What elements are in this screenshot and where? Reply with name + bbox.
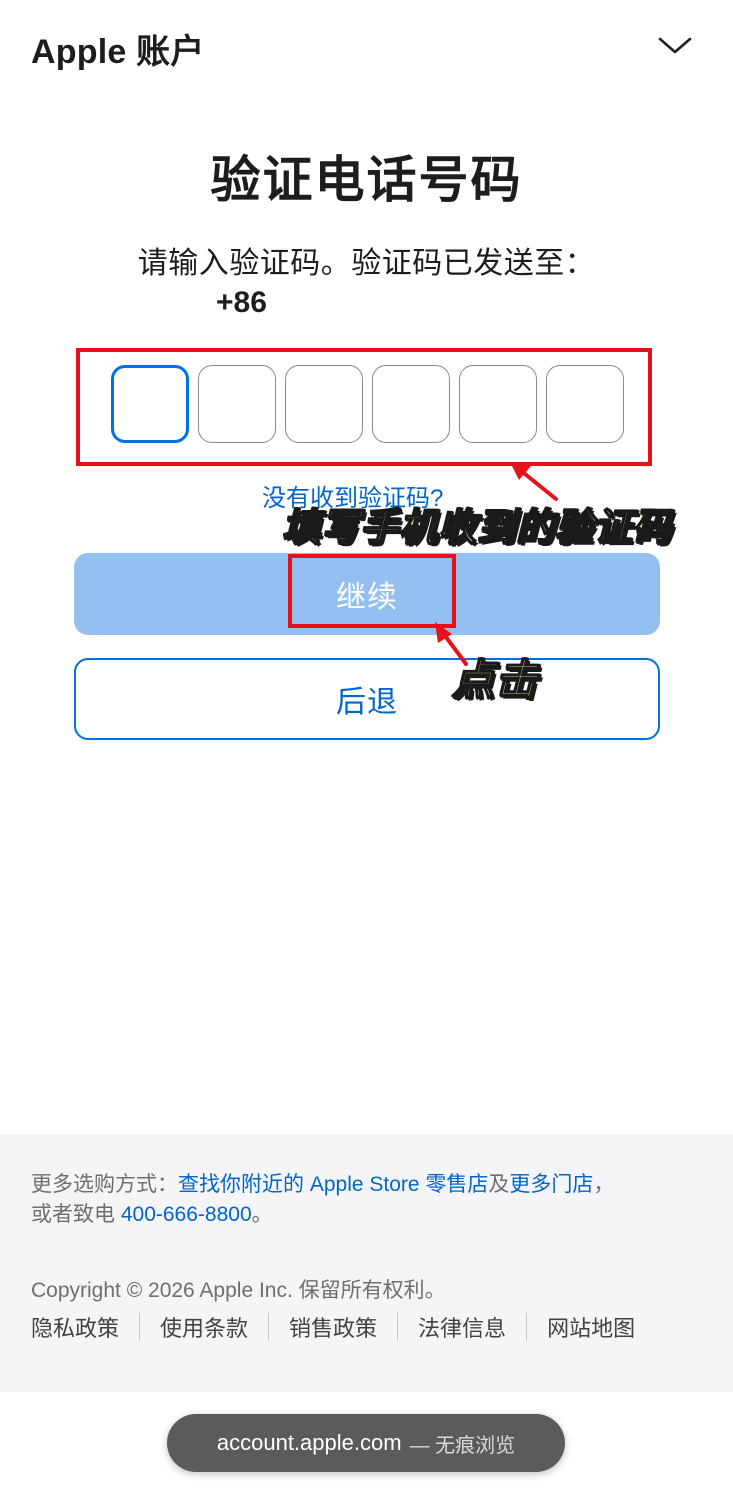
code-digit-1[interactable] [111,365,189,443]
code-digit-6[interactable] [546,365,624,443]
verification-prompt: 请输入验证码。验证码已发送至： [137,247,596,280]
resend-code-link[interactable]: 没有收到验证码? [262,478,443,513]
page: Apple 账户 验证电话号码 请输入验证码。验证码已发送至： +86 没有收到… [0,0,733,1500]
continue-button[interactable]: 继续 [74,553,660,635]
footer-link-sales-policy[interactable]: 销售政策 [289,1311,377,1343]
code-digit-2[interactable] [198,365,276,443]
copyright-text: Copyright © 2026 Apple Inc. 保留所有权利。 [31,1279,446,1302]
page-title: 验证电话号码 [210,152,523,208]
global-footer: 更多选购方式：查找你附近的 Apple Store 零售店及更多门店， 或者致电… [0,1134,733,1392]
browser-address-bar[interactable]: account.apple.com — 无痕浏览 [167,1414,565,1472]
footer-link-privacy[interactable]: 隐私政策 [31,1311,119,1343]
find-store-link[interactable]: 查找你附近的 Apple Store 零售店 [178,1173,488,1196]
footer-separator [397,1313,399,1341]
footer-separator [268,1313,270,1341]
global-header: Apple 账户 [0,0,733,92]
footer-and-text: 及 [488,1173,510,1196]
verification-code-inputs [111,365,624,443]
chevron-down-icon[interactable] [656,30,694,60]
footer-link-terms[interactable]: 使用条款 [160,1311,248,1343]
code-digit-5[interactable] [459,365,537,443]
footer-shopping-line: 更多选购方式：查找你附近的 Apple Store 零售店及更多门店， [31,1168,614,1198]
footer-link-legal[interactable]: 法律信息 [418,1311,506,1343]
code-digit-4[interactable] [372,365,450,443]
footer-call-prefix: 或者致电 [31,1203,121,1226]
footer-call-line: 或者致电 400-666-8800。 [31,1198,273,1228]
footer-separator [526,1313,528,1341]
code-digit-3[interactable] [285,365,363,443]
private-browsing-label: — 无痕浏览 [409,1434,516,1457]
address-url: account.apple.com [216,1430,402,1455]
footer-more-prefix: 更多选购方式： [31,1173,178,1196]
footer-link-sitemap[interactable]: 网站地图 [547,1311,635,1343]
arrow-to-code-inputs [510,462,558,501]
phone-number: +86 [216,286,267,319]
footer-comma: ， [593,1173,615,1196]
more-stores-link[interactable]: 更多门店 [509,1173,593,1196]
brand-title[interactable]: Apple 账户 [31,24,205,73]
phone-link[interactable]: 400-666-8800 [121,1203,252,1226]
footer-period: 。 [251,1203,273,1226]
back-button[interactable]: 后退 [74,658,660,740]
footer-legal-links: 隐私政策 使用条款 销售政策 法律信息 网站地图 [31,1311,635,1343]
footer-separator [139,1313,141,1341]
